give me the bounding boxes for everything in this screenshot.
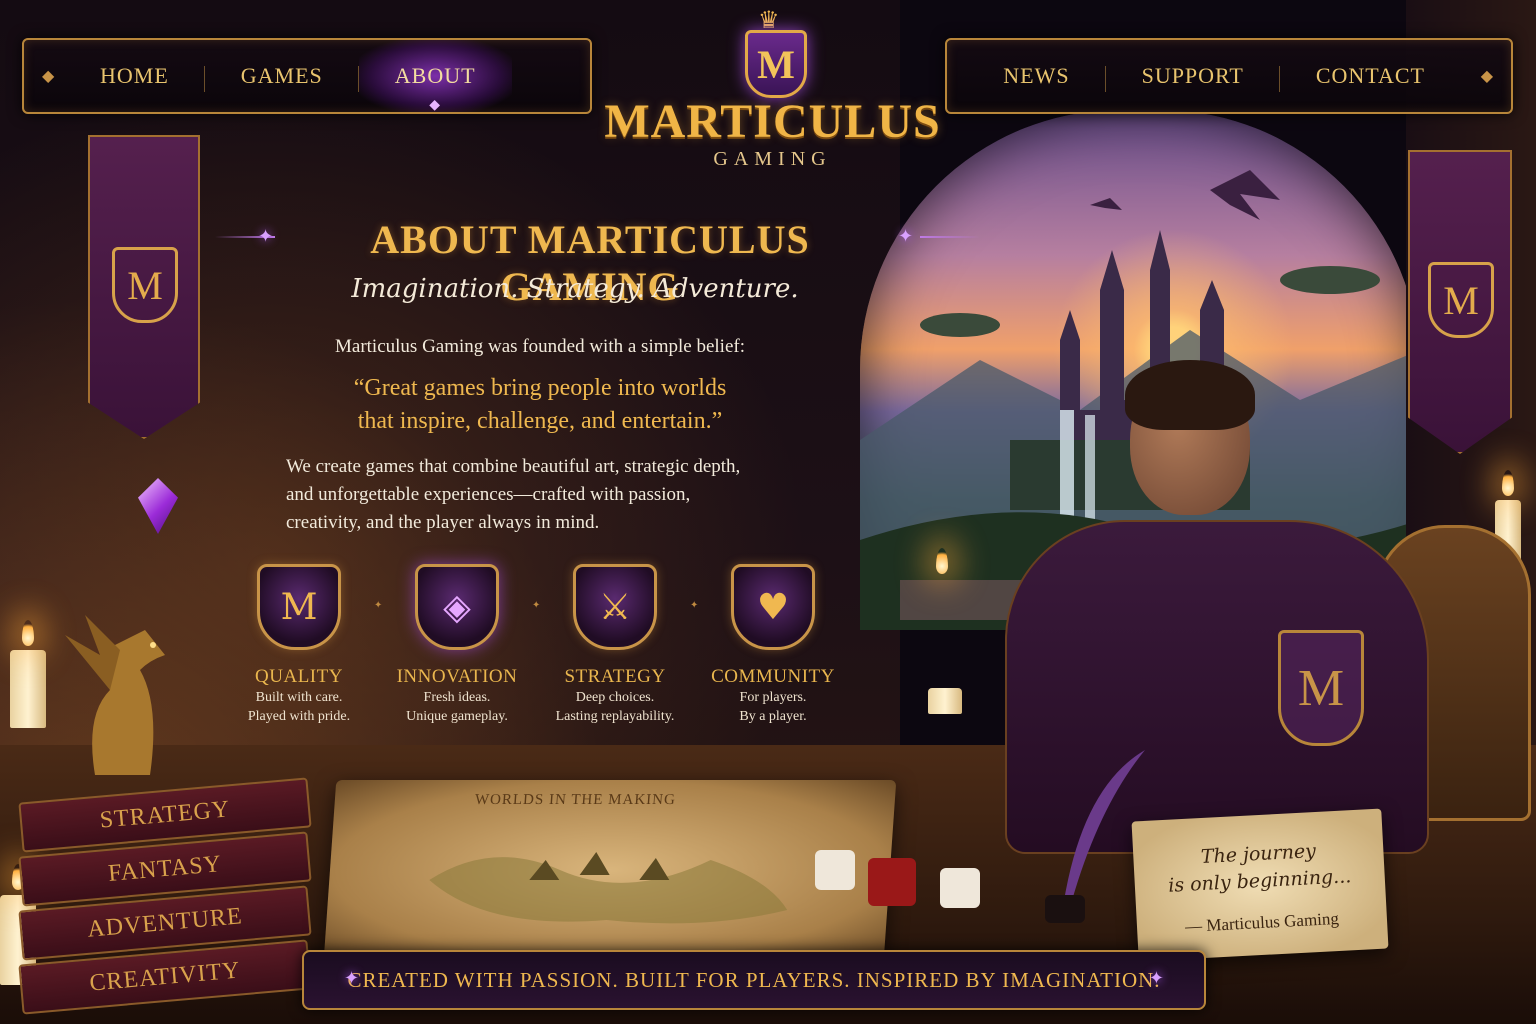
feature-line: Played with pride. — [247, 709, 351, 724]
feature-quality: M QUALITY Built with care. Played with p… — [220, 560, 378, 730]
banner-emblem-right: M — [1428, 262, 1494, 338]
feature-line: Lasting replayability. — [555, 709, 675, 724]
nav-games[interactable]: GAMES — [205, 40, 359, 112]
main-nav-left: ◆ HOME GAMES ABOUT ◆ — [22, 38, 592, 114]
feature-community: ♥ COMMUNITY For players. By a player. — [690, 560, 852, 730]
dice-white-icon — [815, 850, 855, 890]
seated-figure-hair — [1125, 360, 1255, 430]
nav-support[interactable]: SUPPORT — [1106, 40, 1281, 112]
body-line-3: creativity, and the player always in min… — [286, 512, 600, 533]
logo-subtitle: GAMING — [713, 148, 832, 170]
body-line-2: and unforgettable experiences—crafted wi… — [286, 484, 691, 505]
world-map: WORLDS IN THE MAKING — [323, 780, 897, 960]
candle-left — [10, 650, 46, 728]
feature-innovation: ◈ INNOVATION Fresh ideas. Unique gamepla… — [374, 560, 536, 730]
feature-line: Built with care. — [255, 690, 343, 705]
nav-flourish-icon: ◆ — [42, 66, 55, 85]
nav-about[interactable]: ABOUT ◆ — [358, 40, 512, 113]
body-line-1: We create games that combine beautiful a… — [286, 456, 741, 477]
active-indicator-icon: ◆ — [429, 98, 442, 113]
feature-title: QUALITY — [255, 666, 343, 687]
sparkle-icon: ✦ — [258, 226, 274, 247]
crystal-orb-icon: ◈ — [415, 564, 499, 650]
sparkle-icon: ✦ — [344, 968, 360, 989]
candle-desk — [928, 688, 962, 714]
mission-quote: “Great games bring people into worlds th… — [250, 372, 830, 438]
map-title: WORLDS IN THE MAKING — [474, 792, 677, 808]
logo-title: MARTICULUS — [604, 95, 941, 148]
nav-home[interactable]: HOME — [64, 40, 205, 112]
about-body: We create games that combine beautiful a… — [286, 453, 846, 537]
feature-line: Deep choices. — [575, 690, 655, 705]
feature-strategy: ⚔ STRATEGY Deep choices. Lasting replaya… — [532, 560, 694, 730]
book-stack: STRATEGY FANTASY ADVENTURE CREATIVITY — [18, 777, 312, 1015]
feature-list: M QUALITY Built with care. Played with p… — [220, 560, 860, 730]
left-heraldic-banner: M — [88, 135, 200, 439]
feature-title: COMMUNITY — [711, 666, 835, 687]
site-logo[interactable]: ♛ M MARTICULUS GAMING — [600, 2, 945, 182]
dice-white-icon — [940, 868, 980, 908]
note-signature: — Marticulus Gaming — [1184, 908, 1340, 936]
quote-line-1: “Great games bring people into worlds — [353, 375, 727, 401]
nav-news[interactable]: NEWS — [967, 40, 1106, 112]
nav-about-label: ABOUT — [394, 63, 476, 88]
intro-text: Marticulus Gaming was founded with a sim… — [335, 336, 745, 357]
feature-line: For players. — [739, 690, 807, 705]
quote-line-2: that inspire, challenge, and entertain.” — [357, 408, 723, 434]
sparkle-icon: ✦ — [898, 226, 914, 247]
title-divider-right — [920, 236, 980, 238]
tagline: Imagination. Strategy. Adventure. — [351, 274, 799, 304]
logo-crest-icon: M — [745, 30, 807, 98]
feature-title: STRATEGY — [564, 666, 666, 687]
dice-red-icon — [868, 858, 916, 906]
cape-emblem: M — [1278, 630, 1364, 746]
footer-slogan: Created with passion. Built for players.… — [347, 967, 1161, 992]
heart-handshake-icon: ♥ — [731, 564, 815, 650]
dragon-statue-icon — [65, 615, 165, 775]
feature-line: Fresh ideas. — [423, 690, 491, 705]
feature-title: INNOVATION — [396, 666, 518, 687]
footer-banner: ✦ Created with passion. Built for player… — [302, 950, 1206, 1010]
sparkle-icon: ✦ — [1148, 968, 1164, 989]
parchment-note: The journey is only beginning... — Marti… — [1131, 808, 1389, 962]
map-terrain-icon — [429, 852, 788, 924]
nav-flourish-icon: ◆ — [1480, 66, 1493, 85]
feature-line: Unique gameplay. — [406, 709, 508, 724]
feature-line: By a player. — [739, 709, 807, 724]
banner-emblem: M — [112, 247, 178, 323]
right-heraldic-banner: M — [1408, 150, 1512, 454]
crest-m-icon: M — [257, 564, 341, 650]
main-nav-right: NEWS SUPPORT CONTACT ◆ — [945, 38, 1513, 114]
nav-contact[interactable]: CONTACT — [1280, 40, 1461, 112]
crossed-swords-icon: ⚔ — [573, 564, 657, 650]
